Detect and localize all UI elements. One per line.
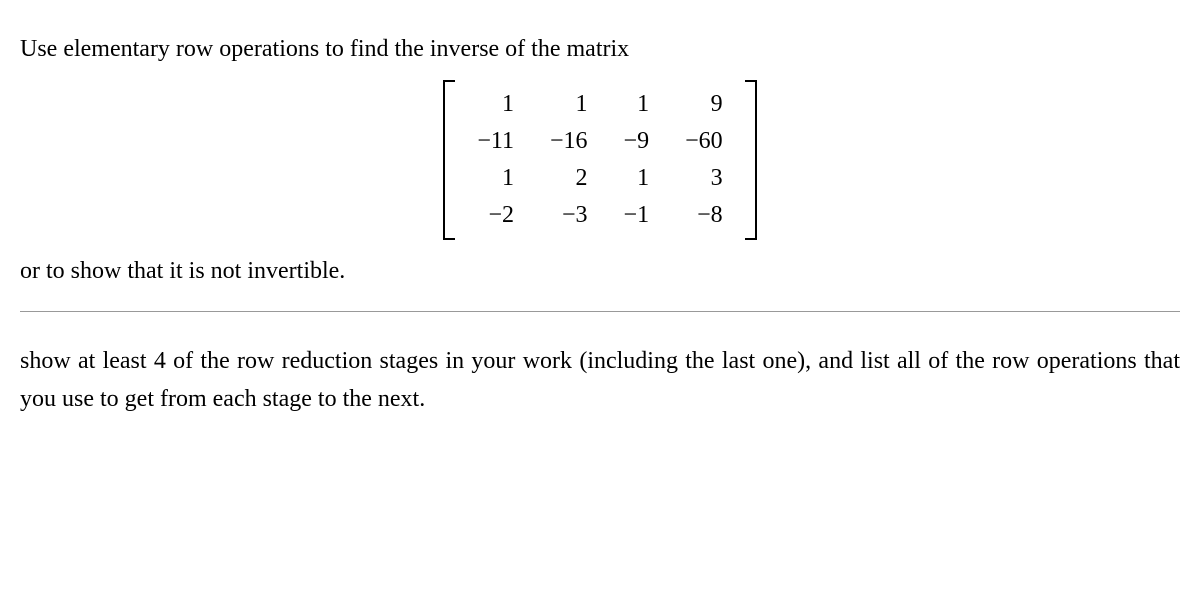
matrix-cell: −9 (606, 123, 668, 160)
matrix-cell: 1 (606, 86, 668, 123)
matrix-cell: −2 (459, 197, 532, 234)
matrix: 1 1 1 9 −11 −16 −9 −60 1 2 1 3 −2 −3 −1 (459, 86, 740, 234)
matrix-cell: −8 (667, 197, 741, 234)
matrix-brackets: 1 1 1 9 −11 −16 −9 −60 1 2 1 3 −2 −3 −1 (443, 80, 756, 240)
instructions-paragraph: show at least 4 of the row reduction sta… (20, 342, 1180, 419)
matrix-cell: 9 (667, 86, 741, 123)
matrix-row: −11 −16 −9 −60 (459, 123, 740, 160)
matrix-container: 1 1 1 9 −11 −16 −9 −60 1 2 1 3 −2 −3 −1 (20, 80, 1180, 240)
matrix-cell: −3 (532, 197, 606, 234)
matrix-cell: 1 (459, 86, 532, 123)
intro-text: Use elementary row operations to find th… (20, 30, 1180, 68)
matrix-cell: 2 (532, 160, 606, 197)
after-text: or to show that it is not invertible. (20, 252, 1180, 290)
matrix-cell: −11 (459, 123, 532, 160)
matrix-cell: −1 (606, 197, 668, 234)
matrix-cell: 1 (532, 86, 606, 123)
matrix-cell: −60 (667, 123, 741, 160)
instruct-lead: show at least 4 of the row reduction sta… (20, 348, 572, 374)
matrix-cell: −16 (532, 123, 606, 160)
matrix-row: 1 1 1 9 (459, 86, 740, 123)
matrix-cell: 1 (459, 160, 532, 197)
matrix-row: 1 2 1 3 (459, 160, 740, 197)
matrix-row: −2 −3 −1 −8 (459, 197, 740, 234)
matrix-cell: 3 (667, 160, 741, 197)
matrix-cell: 1 (606, 160, 668, 197)
divider (20, 311, 1180, 312)
